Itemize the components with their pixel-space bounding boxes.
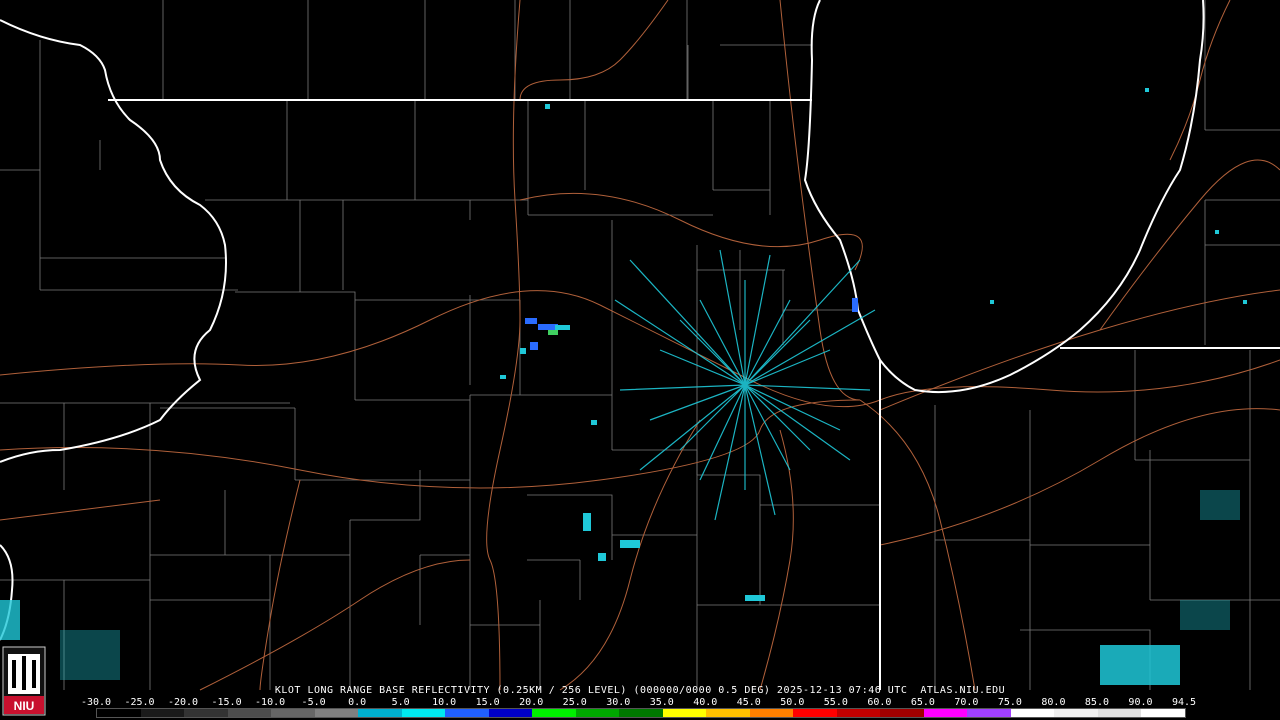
scale-tick-label: -25.0 [124, 697, 155, 708]
scale-color-bin [1097, 709, 1142, 717]
scale-tick-label: 15.0 [475, 697, 500, 708]
scale-tick-label: -30.0 [80, 697, 112, 708]
scale-color-bin [271, 709, 315, 717]
scale-color-bin [967, 709, 1011, 717]
scale-color-bin [358, 709, 402, 717]
scale-tick-label: 10.0 [432, 697, 457, 708]
scale-color-bin [227, 709, 272, 717]
scale-color-bin [401, 709, 446, 717]
scale-tick-label: 45.0 [736, 697, 761, 708]
scale-color-bin [488, 709, 533, 717]
county-borders [0, 0, 1280, 690]
reflectivity-color-scale [96, 708, 1186, 718]
state-borders [0, 0, 1280, 690]
scale-color-bin [836, 709, 881, 717]
scale-tick-label: -20.0 [167, 697, 199, 708]
scale-color-bin [662, 709, 707, 717]
highways [0, 0, 1280, 691]
scale-tick-label: 40.0 [693, 697, 718, 708]
scale-tick-label: 30.0 [606, 697, 631, 708]
niu-logo: NIU [2, 646, 46, 716]
scale-color-bin [793, 709, 837, 717]
scale-color-bin [184, 709, 228, 717]
scale-tick-label: 80.0 [1041, 697, 1066, 708]
scale-color-bin [1141, 709, 1185, 717]
scale-color-bin [575, 709, 620, 717]
scale-tick-label: -5.0 [301, 697, 326, 708]
scale-tick-label: -15.0 [211, 697, 242, 708]
scale-color-bin [445, 709, 489, 717]
scale-tick-label: 90.0 [1128, 697, 1153, 708]
scale-color-bin [532, 709, 576, 717]
scale-color-bin [749, 709, 794, 717]
niu-logo-text: NIU [14, 699, 35, 713]
scale-tick-label: 20.0 [519, 697, 544, 708]
scale-tick-label: 65.0 [910, 697, 935, 708]
scale-color-bin [1054, 709, 1098, 717]
radar-echoes [0, 88, 1247, 685]
scale-tick-label: 35.0 [649, 697, 674, 708]
scale-color-bin [880, 709, 924, 717]
scale-tick-label: 60.0 [867, 697, 892, 708]
scale-tick-label: 55.0 [823, 697, 848, 708]
scale-color-bin [619, 709, 663, 717]
scale-color-bin [97, 709, 141, 717]
scale-color-bin [314, 709, 359, 717]
scale-tick-label: 25.0 [562, 697, 587, 708]
radar-map [0, 0, 1280, 691]
scale-tick-label: 94.5 [1171, 697, 1197, 708]
scale-color-bin [140, 709, 185, 717]
scale-tick-label: 85.0 [1084, 697, 1109, 708]
scale-color-bin [706, 709, 750, 717]
scale-tick-label: 5.0 [391, 697, 410, 708]
scale-color-bin [923, 709, 968, 717]
scale-tick-label: 75.0 [997, 697, 1022, 708]
scale-tick-label: 70.0 [954, 697, 979, 708]
scale-tick-label: -10.0 [255, 697, 286, 708]
scale-tick-label: 50.0 [780, 697, 805, 708]
scale-color-bin [1010, 709, 1055, 717]
scale-tick-label: 0.0 [348, 697, 367, 708]
radar-product-caption: KLOT LONG RANGE BASE REFLECTIVITY (0.25K… [274, 685, 1006, 696]
